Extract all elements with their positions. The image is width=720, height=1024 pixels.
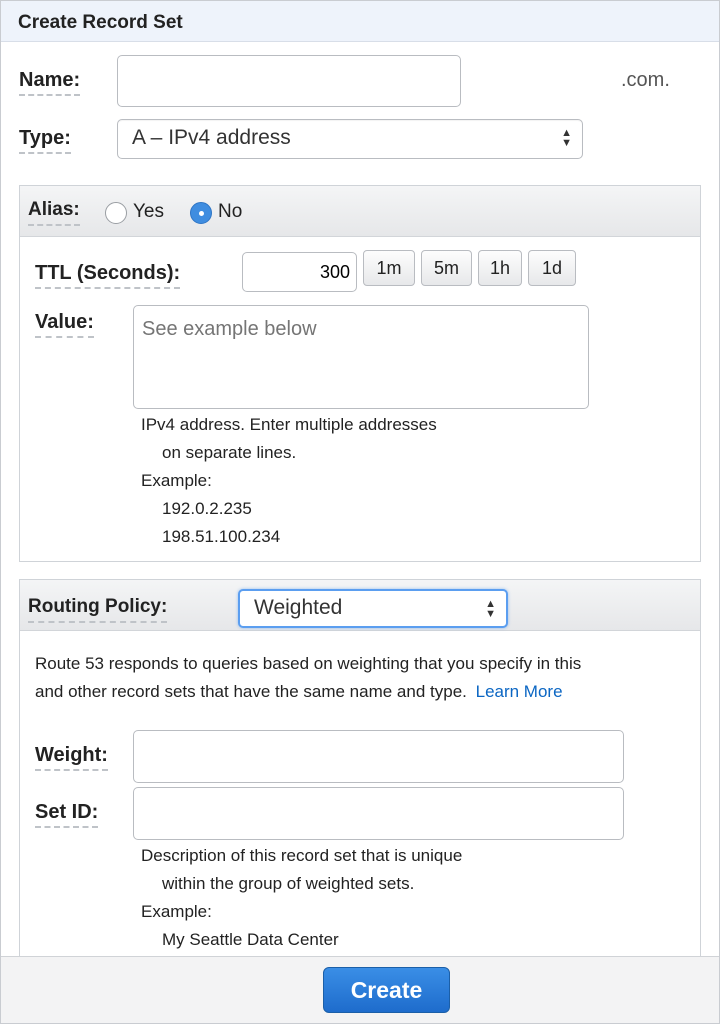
ttl-1m-button[interactable]: 1m bbox=[363, 250, 415, 286]
select-arrows-icon: ▲ ▼ bbox=[485, 598, 496, 620]
set-id-help-line2: within the group of weighted sets. bbox=[162, 874, 415, 893]
weight-label: Weight: bbox=[35, 744, 108, 771]
value-example-line: 198.51.100.234 bbox=[162, 527, 281, 546]
create-button[interactable]: Create bbox=[323, 967, 450, 1013]
dialog-title: Create Record Set bbox=[18, 12, 183, 33]
set-id-help-line1: Description of this record set that is u… bbox=[141, 846, 463, 865]
set-id-input[interactable] bbox=[133, 787, 624, 840]
routing-section: Routing Policy: Weighted ▲ ▼ Route 53 res… bbox=[19, 579, 701, 961]
routing-description-line1: Route 53 responds to queries based on we… bbox=[35, 654, 582, 673]
type-label: Type: bbox=[19, 127, 71, 154]
value-label: Value: bbox=[35, 311, 94, 338]
ttl-1h-button[interactable]: 1h bbox=[478, 250, 522, 286]
alias-no-radio[interactable] bbox=[190, 202, 212, 224]
domain-suffix: .com. bbox=[621, 69, 670, 91]
alias-label: Alias: bbox=[28, 199, 80, 226]
name-input[interactable] bbox=[117, 55, 461, 107]
ttl-label: TTL (Seconds): bbox=[35, 262, 181, 289]
value-textarea[interactable] bbox=[133, 305, 589, 409]
ttl-quick-buttons: 1m 5m 1h 1d bbox=[363, 250, 583, 288]
value-help-line1: IPv4 address. Enter multiple addresses bbox=[141, 415, 437, 434]
type-select-value: A – IPv4 address bbox=[132, 126, 291, 149]
set-id-example-value: My Seattle Data Center bbox=[162, 930, 339, 949]
set-id-example-label: Example: bbox=[141, 902, 212, 921]
value-help-line2: on separate lines. bbox=[162, 443, 297, 462]
routing-description-text: and other record sets that have the same… bbox=[35, 682, 467, 701]
dialog-footer: Create bbox=[1, 956, 719, 1023]
value-example-line: 192.0.2.235 bbox=[162, 499, 252, 518]
dialog-titlebar: Create Record Set bbox=[1, 1, 719, 42]
alias-section: Alias: Yes No TTL (Seconds): 1m 5m 1h 1d… bbox=[19, 185, 701, 562]
ttl-input[interactable] bbox=[242, 252, 357, 292]
set-id-label: Set ID: bbox=[35, 801, 99, 828]
routing-policy-value: Weighted bbox=[254, 596, 343, 619]
ttl-5m-button[interactable]: 5m bbox=[421, 250, 472, 286]
name-label: Name: bbox=[19, 69, 81, 96]
alias-no-label[interactable]: No bbox=[218, 201, 242, 223]
ttl-1d-button[interactable]: 1d bbox=[528, 250, 576, 286]
weight-input[interactable] bbox=[133, 730, 624, 783]
routing-header: Routing Policy: Weighted ▲ ▼ bbox=[20, 580, 700, 631]
alias-yes-radio[interactable] bbox=[105, 202, 127, 224]
value-example-label: Example: bbox=[141, 471, 212, 490]
learn-more-link[interactable]: Learn More bbox=[476, 682, 563, 701]
routing-description-line2: and other record sets that have the same… bbox=[35, 678, 563, 706]
routing-policy-select[interactable]: Weighted ▲ ▼ bbox=[238, 589, 508, 628]
alias-yes-label[interactable]: Yes bbox=[133, 201, 164, 223]
type-select[interactable]: A – IPv4 address ▲ ▼ bbox=[117, 119, 583, 159]
alias-header: Alias: Yes No bbox=[20, 186, 700, 237]
routing-policy-label: Routing Policy: bbox=[28, 596, 168, 623]
select-arrows-icon: ▲ ▼ bbox=[561, 127, 572, 149]
create-record-set-dialog: Create Record Set Name: .com. Type: A – … bbox=[0, 0, 720, 1024]
